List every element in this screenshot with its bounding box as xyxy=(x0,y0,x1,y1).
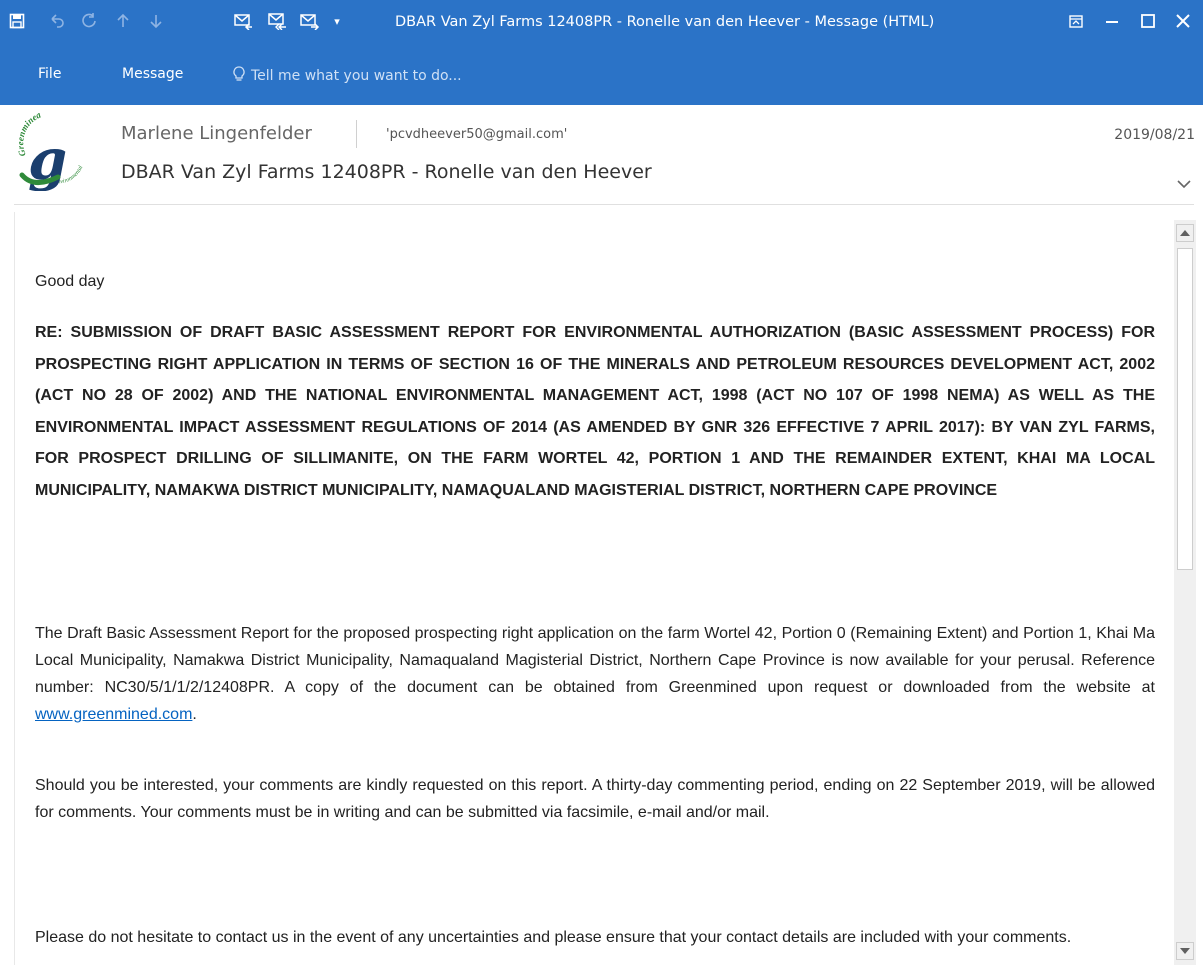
lightbulb-icon xyxy=(233,66,245,86)
tab-message[interactable]: Message xyxy=(122,66,183,82)
previous-item-icon[interactable] xyxy=(112,10,134,32)
paragraph-comment-period: Should you be interested, your comments … xyxy=(35,777,1155,821)
tell-me-placeholder: Tell me what you want to do... xyxy=(251,68,462,84)
message-body: Good day RE: SUBMISSION OF DRAFT BASIC A… xyxy=(14,212,1174,965)
reply-icon[interactable] xyxy=(233,10,255,32)
header-divider xyxy=(14,204,1194,205)
close-icon[interactable] xyxy=(1170,8,1196,34)
message-header xyxy=(0,105,1203,205)
tell-me-search[interactable]: Tell me what you want to do... xyxy=(233,66,462,86)
minimize-icon[interactable] xyxy=(1099,8,1125,34)
header-separator xyxy=(356,120,357,148)
next-item-icon[interactable] xyxy=(145,10,167,32)
scroll-thumb[interactable] xyxy=(1177,248,1193,570)
forward-icon[interactable] xyxy=(299,10,321,32)
para1-end: . xyxy=(192,706,197,723)
sent-date: 2019/08/21 xyxy=(1114,127,1195,143)
redo-icon[interactable] xyxy=(78,10,100,32)
greeting: Good day xyxy=(35,273,105,290)
message-subject: DBAR Van Zyl Farms 12408PR - Ronelle van… xyxy=(121,161,652,183)
ribbon-display-options-icon[interactable] xyxy=(1063,8,1089,34)
tab-file[interactable]: File xyxy=(38,66,61,82)
paragraph-report-availability: The Draft Basic Assessment Report for th… xyxy=(35,620,1155,728)
website-link[interactable]: www.greenmined.com xyxy=(35,706,192,723)
quick-access-toolbar: ▾ DBAR Van Zyl Farms 12408PR - Ronelle v… xyxy=(0,0,1203,60)
para1-text: The Draft Basic Assessment Report for th… xyxy=(35,625,1155,696)
sender-name[interactable]: Marlene Lingenfelder xyxy=(121,123,312,144)
paragraph-contact: Please do not hesitate to contact us in … xyxy=(35,929,1072,946)
expand-header-icon[interactable] xyxy=(1177,176,1191,189)
vertical-scrollbar[interactable] xyxy=(1174,220,1196,965)
sender-logo: Greenmined Environmental g xyxy=(14,109,88,193)
recipient-address[interactable]: 'pcvdheever50@gmail.com' xyxy=(386,127,567,142)
save-icon[interactable] xyxy=(6,10,28,32)
reply-all-icon[interactable] xyxy=(266,10,288,32)
maximize-icon[interactable] xyxy=(1135,8,1161,34)
window-title: DBAR Van Zyl Farms 12408PR - Ronelle van… xyxy=(395,14,935,30)
customize-toolbar-icon[interactable]: ▾ xyxy=(329,10,345,32)
re-heading: RE: SUBMISSION OF DRAFT BASIC ASSESSMENT… xyxy=(35,324,1155,499)
scroll-up-button[interactable] xyxy=(1176,224,1194,242)
scroll-down-button[interactable] xyxy=(1176,942,1194,960)
undo-icon[interactable] xyxy=(46,10,68,32)
